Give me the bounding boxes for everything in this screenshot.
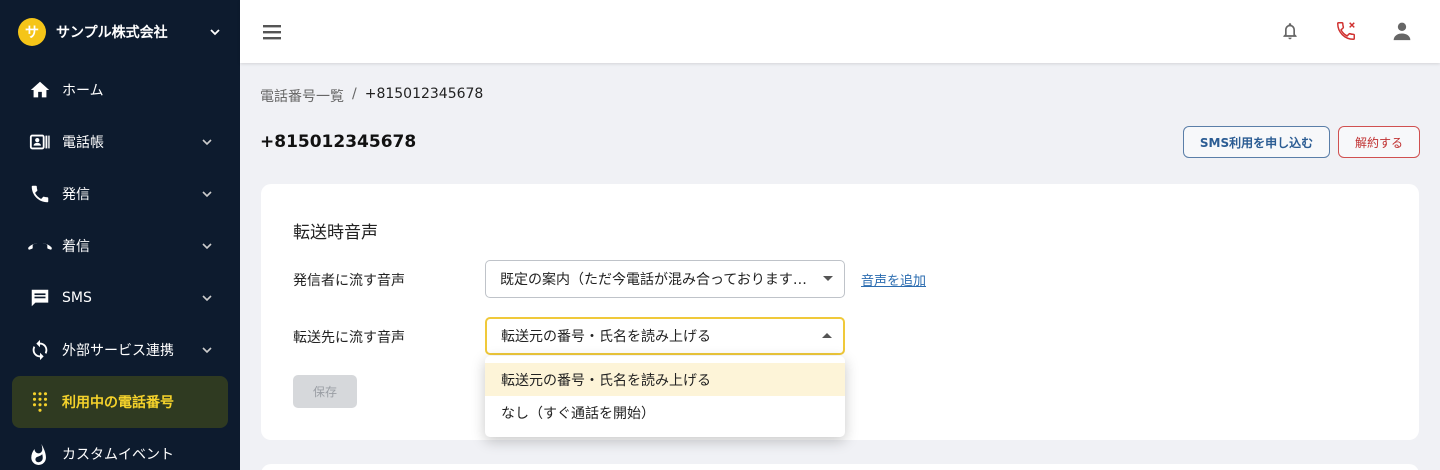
destination-voice-label: 転送先に流す音声 (293, 330, 405, 346)
sidebar-item-label: 着信 (62, 239, 90, 255)
dialpad-icon (28, 390, 52, 414)
breadcrumb-link-phone-list[interactable]: 電話番号一覧 (260, 86, 344, 106)
sidebar-item-label: 発信 (62, 187, 90, 203)
chevron-down-icon (200, 135, 214, 149)
destination-voice-select[interactable]: 転送元の番号・氏名を読み上げる (485, 317, 845, 355)
phone-icon (28, 182, 52, 206)
sidebar-item-outgoing[interactable]: 発信 (12, 168, 228, 220)
chevron-down-icon (200, 187, 214, 201)
sidebar-item-sms[interactable]: SMS (12, 272, 228, 324)
contacts-icon (28, 130, 52, 154)
sidebar: サ サンプル株式会社 ホーム 電話帳 発信 着信 SMS 外部サービス連携 利用… (0, 0, 240, 470)
destination-voice-dropdown: 転送元の番号・氏名を読み上げる なし（すぐ通話を開始） (485, 356, 845, 437)
sidebar-item-label: 外部サービス連携 (62, 343, 174, 359)
sidebar-item-label: SMS (62, 290, 92, 306)
caller-voice-label: 発信者に流す音声 (293, 273, 405, 289)
sms-icon (28, 286, 52, 310)
org-switcher[interactable]: サ サンプル株式会社 (18, 18, 222, 46)
breadcrumb-separator: / (352, 86, 357, 102)
sync-icon (28, 338, 52, 362)
chevron-down-icon (200, 343, 214, 357)
page-title: +815012345678 (260, 132, 417, 152)
home-icon (28, 78, 52, 102)
section-title: 転送時音声 (293, 223, 378, 243)
top-header (240, 0, 1440, 63)
chevron-down-icon (208, 25, 222, 39)
chevron-down-icon (200, 239, 214, 253)
sidebar-item-contacts[interactable]: 電話帳 (12, 116, 228, 168)
sidebar-item-label: ホーム (62, 83, 104, 99)
caret-down-icon (823, 276, 833, 281)
destination-voice-value: 転送元の番号・氏名を読み上げる (501, 329, 711, 345)
menu-icon[interactable] (260, 20, 284, 44)
org-name: サンプル株式会社 (56, 25, 168, 41)
caller-voice-value: 既定の案内（ただ今電話が混み合っておりますので、しばらくお待ちください） (500, 272, 814, 288)
sidebar-item-label: 利用中の電話番号 (62, 395, 174, 411)
bell-icon[interactable] (1277, 18, 1303, 44)
apply-sms-button[interactable]: SMS利用を申し込む (1183, 126, 1330, 158)
save-button[interactable]: 保存 (293, 375, 357, 408)
user-icon[interactable] (1389, 18, 1415, 44)
cancel-contract-button[interactable]: 解約する (1338, 126, 1420, 158)
sidebar-item-phone-numbers[interactable]: 利用中の電話番号 (12, 376, 228, 428)
next-card (261, 464, 1419, 470)
dropdown-option[interactable]: 転送元の番号・氏名を読み上げる (485, 363, 845, 396)
fire-icon (28, 442, 52, 466)
chevron-down-icon (200, 291, 214, 305)
sidebar-item-custom-events[interactable]: カスタムイベント (12, 428, 228, 470)
caret-up-icon (822, 333, 832, 338)
add-voice-link[interactable]: 音声を追加 (861, 270, 926, 289)
breadcrumb: 電話番号一覧 / +815012345678 (260, 86, 483, 106)
breadcrumb-current: +815012345678 (364, 86, 484, 102)
phone-missed-icon[interactable] (1333, 18, 1359, 44)
incoming-call-icon (28, 234, 52, 258)
sidebar-item-label: 電話帳 (62, 135, 104, 151)
sidebar-item-integrations[interactable]: 外部サービス連携 (12, 324, 228, 376)
dropdown-option[interactable]: なし（すぐ通話を開始） (485, 396, 845, 429)
org-logo: サ (18, 18, 46, 46)
sidebar-item-label: カスタムイベント (62, 447, 174, 463)
sidebar-item-home[interactable]: ホーム (12, 64, 228, 116)
caller-voice-select[interactable]: 既定の案内（ただ今電話が混み合っておりますので、しばらくお待ちください） (485, 260, 845, 298)
sidebar-item-incoming[interactable]: 着信 (12, 220, 228, 272)
